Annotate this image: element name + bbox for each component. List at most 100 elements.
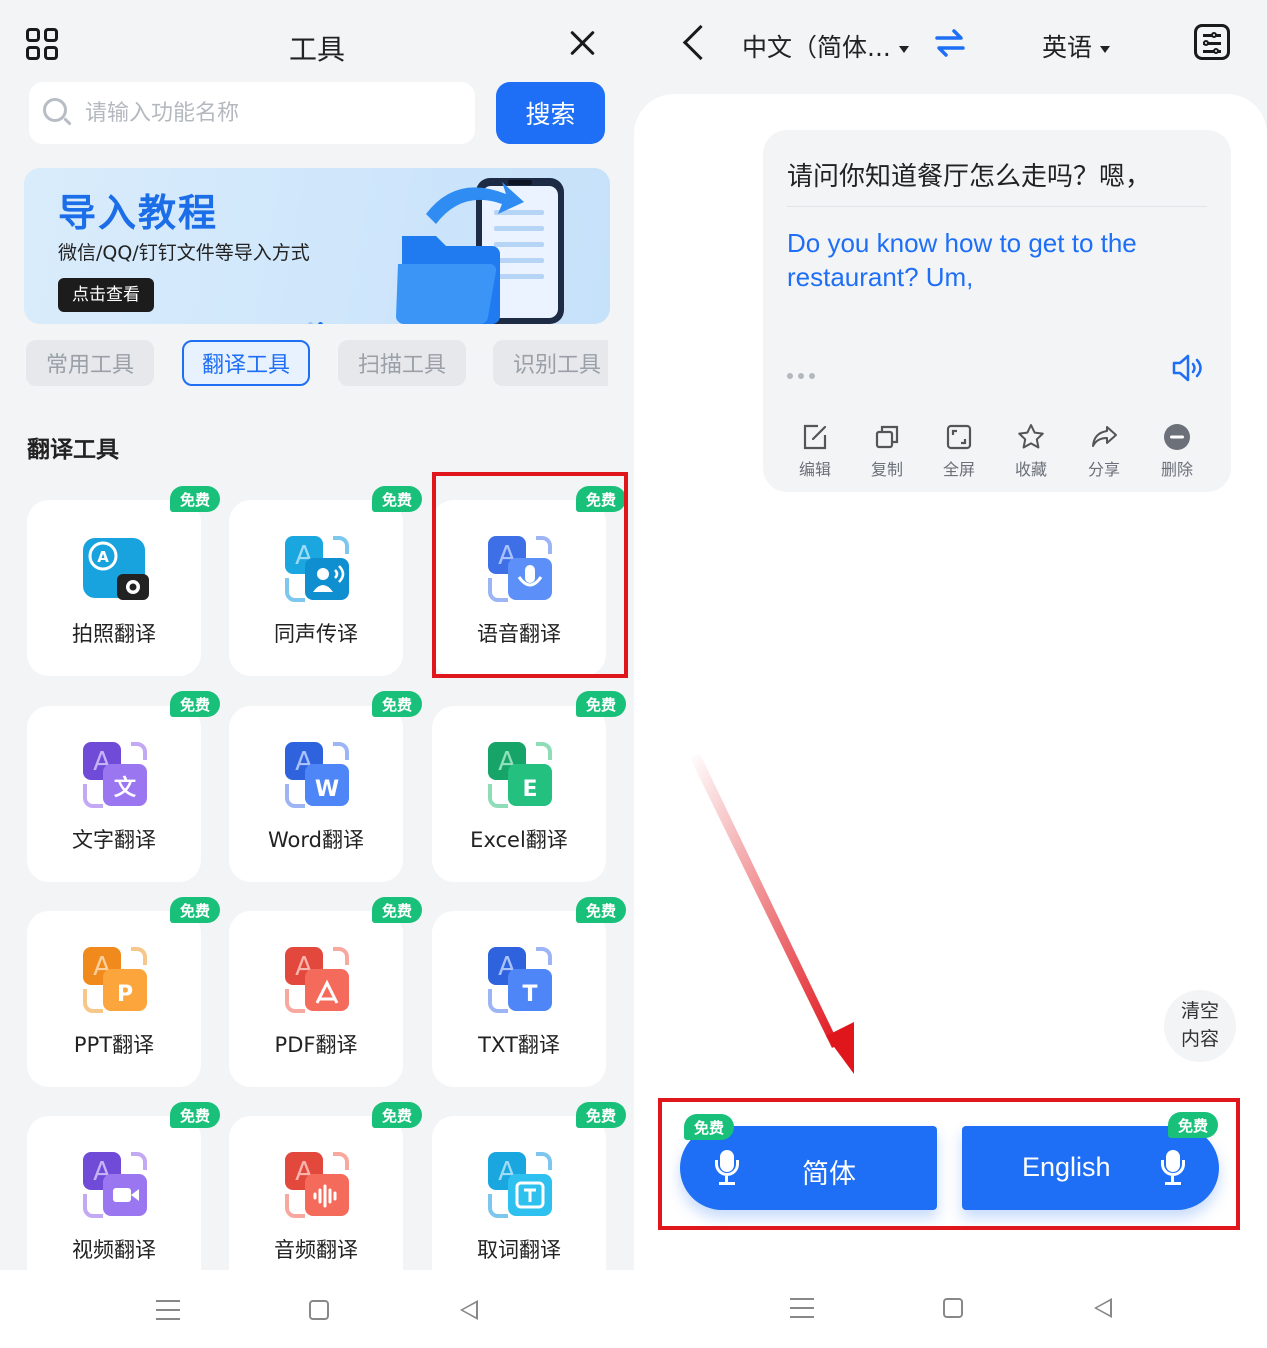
- search-button[interactable]: 搜索: [496, 82, 605, 144]
- copy-button[interactable]: 复制: [857, 422, 917, 480]
- folder-phone-illustration: [396, 178, 564, 324]
- section-title: 翻译工具: [27, 437, 119, 463]
- clear-content-button[interactable]: 清空 内容: [1164, 990, 1236, 1062]
- svg-text:E: E: [522, 777, 537, 802]
- highlight-box: [432, 472, 628, 678]
- tab-recognize-tools[interactable]: 识别工具: [493, 340, 608, 386]
- tool-word-pick-translate[interactable]: A 取词翻译: [432, 1116, 606, 1292]
- free-badge: 免费: [170, 486, 220, 512]
- tool-label: 拍照翻译: [72, 622, 156, 646]
- menu-icon[interactable]: [156, 1300, 180, 1320]
- source-text: 请问你知道餐厅怎么走吗？嗯，: [787, 162, 1152, 192]
- simultaneous-interpret-icon: A: [285, 536, 349, 602]
- tool-label: Excel翻译: [470, 828, 568, 852]
- search-input[interactable]: [85, 92, 465, 134]
- free-badge: 免费: [170, 897, 220, 923]
- menu-icon[interactable]: [790, 1298, 814, 1318]
- free-badge: 免费: [372, 897, 422, 923]
- back-nav-icon[interactable]: [1094, 1298, 1112, 1318]
- tool-audio-translate[interactable]: A 音频翻译: [229, 1116, 403, 1292]
- tools-header: 工具: [0, 0, 634, 80]
- tool-simultaneous-interpretation[interactable]: A 同声传译: [229, 500, 403, 676]
- clear-label-line1: 清空: [1180, 1000, 1219, 1022]
- svg-text:W: W: [315, 777, 339, 802]
- tool-label: 视频翻译: [72, 1238, 156, 1262]
- text-translate-icon: A 文: [83, 742, 147, 808]
- back-icon[interactable]: [680, 26, 710, 62]
- tool-label: PDF翻译: [274, 1033, 358, 1057]
- tool-label: 同声传译: [274, 622, 358, 646]
- source-language-label: 中文（简体...: [742, 33, 891, 62]
- tab-translate-tools[interactable]: 翻译工具: [182, 340, 310, 386]
- tab-common-tools[interactable]: 常用工具: [26, 340, 154, 386]
- banner-view-button[interactable]: 点击查看: [58, 278, 154, 312]
- close-icon[interactable]: [566, 26, 600, 60]
- free-badge: 免费: [372, 691, 422, 717]
- tool-excel-translate[interactable]: A E Excel翻译: [432, 706, 606, 882]
- tool-label: 取词翻译: [477, 1238, 561, 1262]
- svg-text:T: T: [522, 982, 537, 1007]
- tool-label: 音频翻译: [274, 1238, 358, 1262]
- card-actions: 编辑 复制 全屏 收藏 分享 删除: [763, 422, 1231, 482]
- action-label: 复制: [870, 460, 903, 479]
- highlight-box: [658, 1098, 1240, 1230]
- ppt-translate-icon: A P: [83, 947, 147, 1013]
- svg-text:P: P: [117, 982, 133, 1007]
- free-badge: 免费: [372, 1102, 422, 1128]
- share-button[interactable]: 分享: [1074, 422, 1134, 480]
- video-translate-icon: A: [83, 1152, 147, 1218]
- fullscreen-button[interactable]: 全屏: [929, 422, 989, 480]
- action-label: 删除: [1160, 460, 1193, 479]
- source-language-select[interactable]: 中文（简体...: [742, 28, 909, 64]
- search-icon: [43, 98, 72, 126]
- excel-translate-icon: A E: [488, 742, 552, 808]
- banner-title: 导入教程: [58, 191, 219, 235]
- system-nav-bar: [0, 1270, 634, 1348]
- tool-ppt-translate[interactable]: A P PPT翻译: [27, 911, 201, 1087]
- action-label: 编辑: [798, 460, 831, 479]
- banner-subtitle: 微信/QQ/钉钉文件等导入方式: [58, 242, 310, 264]
- home-icon[interactable]: [309, 1300, 329, 1320]
- import-tutorial-banner[interactable]: 导入教程 微信/QQ/钉钉文件等导入方式 点击查看: [24, 168, 610, 324]
- chevron-down-icon: [1100, 45, 1111, 53]
- tool-category-tabs: 常用工具 翻译工具 扫描工具 识别工具: [26, 340, 608, 388]
- search-box[interactable]: [29, 82, 475, 144]
- pdf-translate-icon: A: [285, 947, 349, 1013]
- svg-text:A: A: [97, 548, 109, 566]
- speaker-icon[interactable]: [1171, 354, 1207, 382]
- fullscreen-icon: [946, 424, 972, 450]
- tool-word-translate[interactable]: A W Word翻译: [229, 706, 403, 882]
- settings-icon[interactable]: [1194, 24, 1230, 60]
- tool-pdf-translate[interactable]: A PDF翻译: [229, 911, 403, 1087]
- favorite-button[interactable]: 收藏: [1001, 422, 1061, 480]
- tools-panel: 工具 搜索 导入教程 微信/QQ/钉钉文件等导入方式 点击查看 常用工具 翻译工…: [0, 0, 634, 1348]
- banner-pager: [308, 312, 328, 324]
- home-icon[interactable]: [943, 1298, 963, 1318]
- tool-camera-translate[interactable]: A 拍照翻译: [27, 500, 201, 676]
- tool-video-translate[interactable]: A 视频翻译: [27, 1116, 201, 1292]
- word-translate-icon: A W: [285, 742, 349, 808]
- back-nav-icon[interactable]: [460, 1300, 478, 1320]
- chevron-down-icon: [898, 45, 909, 53]
- delete-button[interactable]: 删除: [1147, 422, 1207, 480]
- translated-text: Do you know how to get to the restaurant…: [787, 228, 1137, 292]
- translation-card: 请问你知道餐厅怎么走吗？嗯， Do you know how to get to…: [763, 130, 1231, 492]
- system-nav-bar: [634, 1270, 1267, 1348]
- free-badge: 免费: [170, 1102, 220, 1128]
- txt-translate-icon: A T: [488, 947, 552, 1013]
- page-title: 工具: [288, 33, 345, 66]
- tab-scan-tools[interactable]: 扫描工具: [338, 340, 466, 386]
- free-badge: 免费: [576, 897, 626, 923]
- free-badge: 免费: [576, 691, 626, 717]
- tool-label: TXT翻译: [478, 1033, 560, 1057]
- voice-translate-panel: 中文（简体... 英语 请问你知道餐厅怎么走吗？嗯， Do you know h…: [634, 0, 1267, 1348]
- tool-text-translate[interactable]: A 文 文字翻译: [27, 706, 201, 882]
- target-language-select[interactable]: 英语: [1042, 28, 1111, 64]
- tool-txt-translate[interactable]: A T TXT翻译: [432, 911, 606, 1087]
- clear-label-line2: 内容: [1180, 1028, 1219, 1050]
- edit-icon: [803, 424, 827, 450]
- swap-icon[interactable]: [934, 28, 966, 58]
- edit-button[interactable]: 编辑: [785, 422, 845, 480]
- action-label: 收藏: [1014, 460, 1047, 479]
- more-icon[interactable]: [787, 364, 820, 383]
